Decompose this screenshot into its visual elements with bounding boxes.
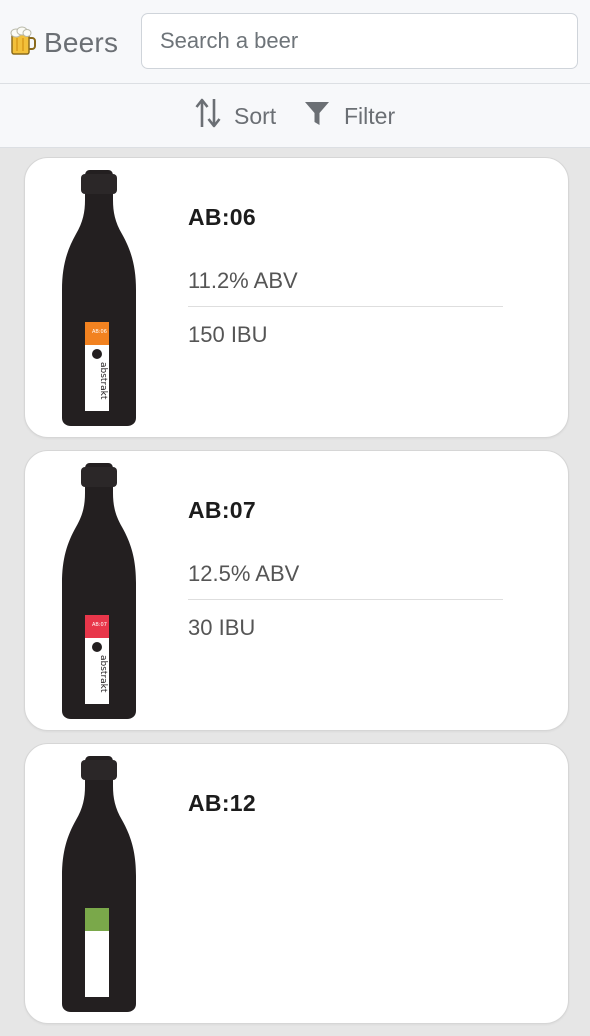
brand[interactable]: Beers <box>10 26 118 60</box>
search-input[interactable] <box>141 13 578 69</box>
beer-card[interactable]: AB:12 <box>24 743 569 1024</box>
divider <box>188 306 503 307</box>
bottle-image: AB:07 abstrakt <box>62 463 136 719</box>
svg-text:AB:06: AB:06 <box>92 329 107 335</box>
divider <box>188 599 503 600</box>
svg-text:AB:07: AB:07 <box>92 622 107 628</box>
beer-name: AB:07 <box>188 497 256 523</box>
filter-button[interactable]: Filter <box>303 99 395 133</box>
svg-text:abstrakt: abstrakt <box>98 362 108 400</box>
beer-card[interactable]: AB:07 abstrakt AB:07 12.5% ABV 30 IBU <box>24 450 569 731</box>
sort-button[interactable]: Sort <box>195 97 277 135</box>
beer-ibu: 30 IBU <box>188 615 256 640</box>
beer-mug-icon <box>10 26 36 61</box>
beer-card[interactable]: AB:06 abstrakt AB:06 11.2% ABV 150 IBU <box>24 157 569 438</box>
funnel-icon <box>303 99 331 133</box>
beer-name: AB:06 <box>188 204 256 230</box>
bottle-image: AB:06 abstrakt <box>62 170 136 426</box>
beer-name: AB:12 <box>188 790 256 816</box>
filter-label: Filter <box>344 102 396 129</box>
sort-label: Sort <box>234 102 277 129</box>
svg-text:abstrakt: abstrakt <box>98 655 108 693</box>
sort-arrows-icon <box>195 97 221 135</box>
bottle-image <box>62 756 136 1012</box>
page-title: Beers <box>44 27 119 58</box>
beer-ibu: 150 IBU <box>188 322 268 347</box>
toolbar: Sort Filter <box>0 84 590 148</box>
beer-list: AB:06 abstrakt AB:06 11.2% ABV 150 IBU A… <box>24 157 569 1036</box>
beer-abv: 12.5% ABV <box>188 561 300 586</box>
app-header: Beers <box>0 0 590 84</box>
beer-abv: 11.2% ABV <box>188 268 298 293</box>
